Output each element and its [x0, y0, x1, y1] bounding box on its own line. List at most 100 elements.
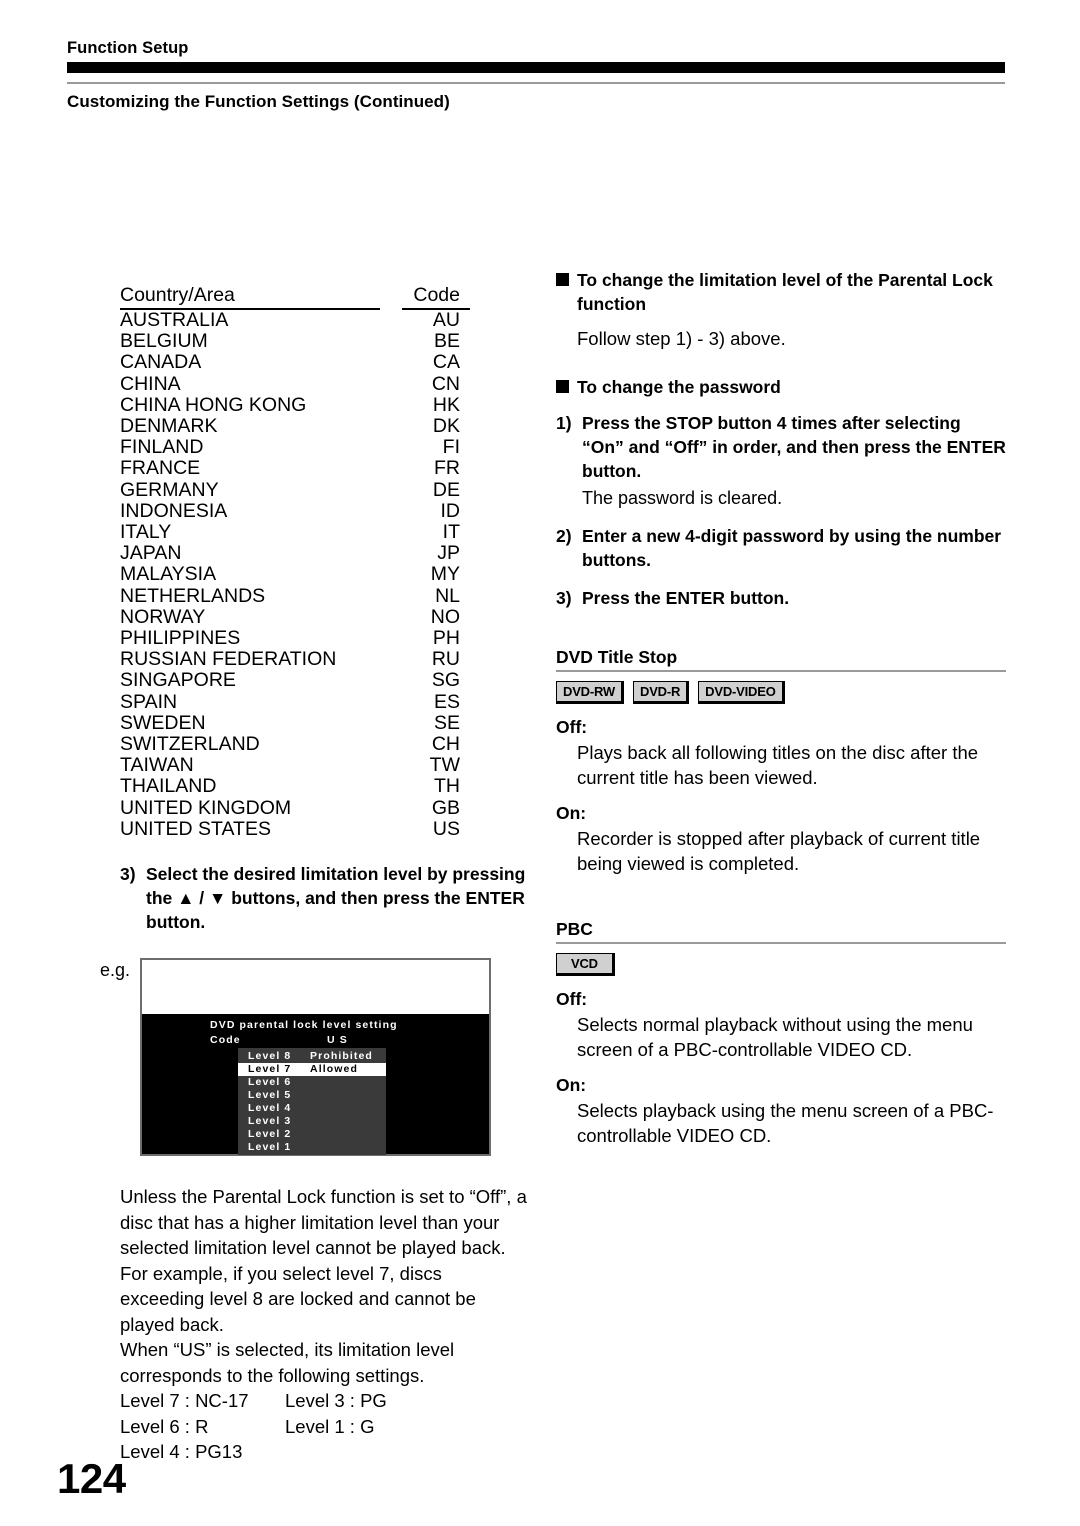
row-spacer — [380, 437, 402, 458]
tv-screen-mock: DVD parental lock level setting Code U S… — [140, 958, 492, 1156]
screen-osd-area: DVD parental lock level setting Code U S… — [142, 1014, 490, 1155]
section-dvd-title-stop: DVD Title Stop DVD-RW DVD-R DVD-VIDEO Of… — [556, 646, 1006, 876]
level-state — [310, 1076, 386, 1089]
country-name: TAIWAN — [120, 754, 194, 777]
country-name: JAPAN — [120, 542, 182, 565]
country-code: MY — [430, 563, 460, 586]
disc-badge-row: DVD-RW DVD-R DVD-VIDEO — [556, 681, 1006, 704]
level-legend: Level 7 : NC-17 Level 3 : PG Level 6 : R… — [120, 1388, 387, 1465]
country-code-table: Country/Area Code AUSTRALIA AU BELGIUM BE … — [120, 285, 470, 840]
header-black-rule — [67, 62, 1005, 73]
country-name: UNITED STATES — [120, 817, 271, 840]
row-spacer — [380, 395, 402, 416]
row-spacer — [380, 776, 402, 797]
row-spacer — [380, 628, 402, 649]
table-row: RUSSIAN FEDERATION RU — [120, 649, 470, 670]
country-name: MALAYSIA — [120, 563, 217, 586]
country-name: RUSSIAN FEDERATION — [120, 648, 337, 671]
list-item-selected[interactable]: Level 7 Allowed — [238, 1063, 387, 1076]
country-code: SE — [433, 711, 460, 734]
country-code: TW — [429, 754, 460, 777]
bullet-square-icon — [556, 273, 569, 286]
level-state — [310, 1102, 386, 1115]
country-code: FI — [442, 436, 460, 459]
table-row: SWEDEN SE — [120, 711, 470, 734]
badge-dvd-rw: DVD-RW — [556, 681, 624, 704]
list-item[interactable]: Level 2 — [238, 1128, 386, 1141]
section-rule — [556, 670, 1006, 672]
country-name: PHILIPPINES — [120, 627, 241, 650]
country-name: INDONESIA — [120, 499, 228, 522]
country-code: FR — [434, 457, 460, 480]
step-number: 2) — [556, 526, 572, 546]
table-header-row: Country/Area Code — [120, 285, 470, 310]
password-step-3: 3) Press the ENTER button. — [556, 586, 1006, 610]
password-step-2: 2) Enter a new 4-digit password by using… — [556, 524, 1006, 572]
level-state — [310, 1089, 386, 1102]
country-name: SWITZERLAND — [120, 733, 260, 756]
country-name: DENMARK — [120, 415, 218, 438]
osd-level-list[interactable]: Level 8 Prohibited Level 7 Allowed Level 6… — [238, 1048, 387, 1155]
country-name: FINLAND — [120, 436, 204, 459]
step-3-number: 3) — [120, 864, 136, 885]
page-number: 124 — [57, 1455, 126, 1502]
dvd-off-text: Plays back all following titles on the d… — [577, 742, 979, 788]
country-name: THAILAND — [120, 775, 217, 798]
table-row: CHINA HONG KONG HK — [120, 393, 470, 416]
country-name: NORWAY — [120, 605, 206, 628]
level-name: Level 7 — [248, 1063, 292, 1075]
list-item[interactable]: Level 8 Prohibited — [238, 1050, 386, 1063]
row-spacer — [380, 374, 402, 395]
country-name: UNITED KINGDOM — [120, 796, 292, 819]
section-heading: DVD Title Stop — [556, 647, 678, 667]
country-code: CA — [432, 351, 460, 374]
bullet-heading: To change the limitation level of the Pa… — [577, 270, 993, 314]
step-text: Press the ENTER button. — [582, 588, 790, 608]
country-code: US — [432, 817, 460, 840]
country-code: ES — [433, 690, 460, 713]
table-row: UNITED KINGDOM GB — [120, 796, 470, 819]
list-item[interactable]: Level 4 — [238, 1102, 386, 1115]
table-row: DENMARK DK — [120, 415, 470, 438]
row-spacer — [380, 564, 402, 585]
page-subtitle: Customizing the Function Settings (Conti… — [67, 92, 450, 111]
country-code: DE — [432, 478, 460, 501]
country-name: GERMANY — [120, 478, 219, 501]
badge-vcd: VCD — [556, 953, 615, 976]
level-state — [310, 1128, 386, 1141]
country-code: BE — [433, 330, 460, 353]
country-code: IT — [442, 521, 460, 544]
column-header-country: Country/Area — [120, 285, 380, 310]
table-row: SPAIN ES — [120, 690, 470, 713]
table-row: NETHERLANDS NL — [120, 584, 470, 607]
list-item[interactable]: Level 5 — [238, 1089, 386, 1102]
country-code: RU — [431, 648, 460, 671]
country-code: HK — [432, 393, 460, 416]
country-code: NO — [430, 605, 460, 628]
country-code: NL — [435, 584, 460, 607]
list-item[interactable]: Level 6 — [238, 1076, 386, 1089]
row-spacer — [380, 649, 402, 670]
country-code: SG — [431, 669, 460, 692]
step-number: 1) — [556, 413, 572, 433]
list-item[interactable]: Level 1 — [238, 1141, 386, 1154]
country-name: CHINA HONG KONG — [120, 393, 307, 416]
table-row: SINGAPORE SG — [120, 670, 470, 691]
list-item[interactable]: Level 3 — [238, 1115, 386, 1128]
paragraph-when-us: When “US” is selected, its limitation le… — [120, 1339, 455, 1386]
table-row: JAPAN JP — [120, 543, 470, 564]
country-code: AU — [432, 309, 460, 331]
table-row: AUSTRALIA AU — [120, 309, 470, 331]
row-spacer — [380, 734, 402, 755]
table-row: GERMANY DE — [120, 478, 470, 501]
country-rows: AUSTRALIA AU BELGIUM BE CANADA CA CHINA CN C… — [120, 309, 470, 840]
country-code: TH — [434, 775, 460, 798]
step-text: Press the STOP button 4 times after sele… — [582, 413, 1006, 481]
table-row: CANADA CA — [120, 352, 470, 373]
pbc-on-label: On: — [556, 1075, 587, 1095]
table-row: FRANCE FR — [120, 458, 470, 479]
row-spacer — [380, 501, 402, 522]
table-row: FINLAND FI — [120, 437, 470, 458]
country-name: SPAIN — [120, 690, 178, 713]
table-row: SWITZERLAND CH — [120, 733, 470, 756]
